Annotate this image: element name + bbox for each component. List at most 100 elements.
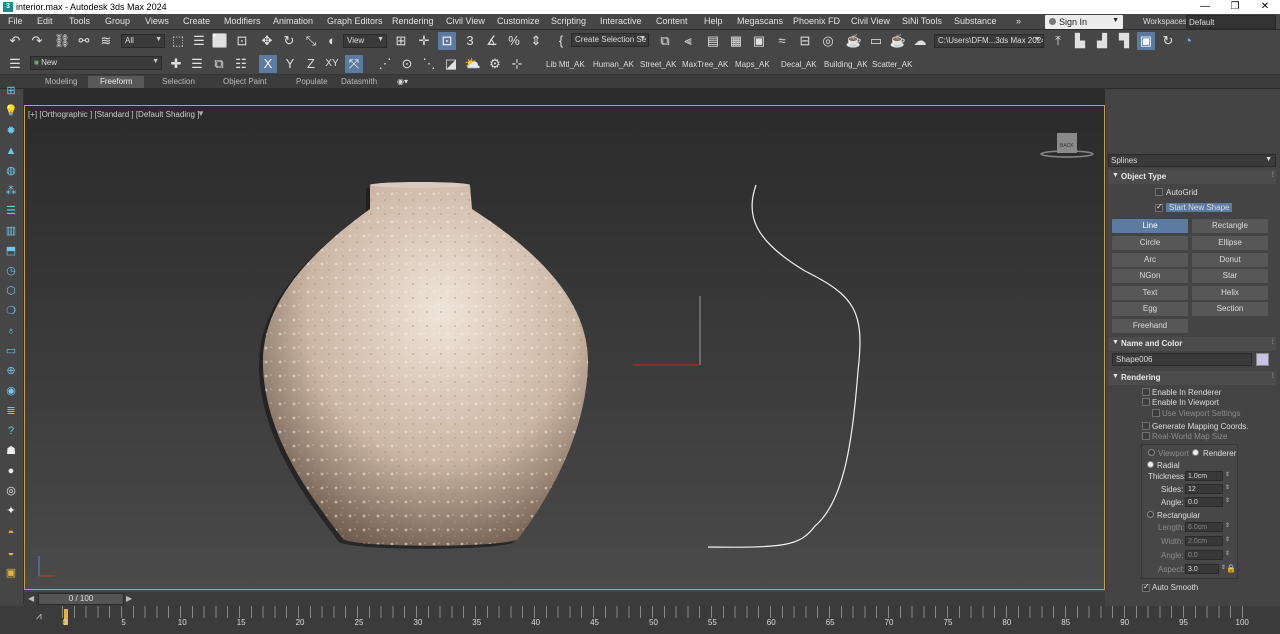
axis-xy-button[interactable]: XY xyxy=(323,55,341,73)
proxy-icon[interactable]: ⬒ xyxy=(3,243,19,259)
enable-in-viewport-checkbox[interactable] xyxy=(1142,398,1150,406)
ak-maxtree[interactable]: MaxTree_AK xyxy=(682,60,728,69)
renderer-radio[interactable] xyxy=(1192,449,1199,456)
create-layer-icon[interactable]: ✚ xyxy=(167,55,185,73)
rectangular-radio[interactable] xyxy=(1147,511,1154,518)
window-crossing-icon[interactable]: ⊡ xyxy=(233,32,251,50)
object-name-input[interactable]: Shape006 xyxy=(1112,353,1252,366)
lamp-icon[interactable]: ♁ xyxy=(3,323,19,339)
snap-settings-icon[interactable]: ⚙ xyxy=(486,55,504,73)
rectangular-selection-icon[interactable]: ⬜ xyxy=(211,32,229,50)
axis-x-button[interactable]: X xyxy=(259,55,277,73)
line-button[interactable]: Line xyxy=(1112,219,1188,233)
ellipse-button[interactable]: Ellipse xyxy=(1192,236,1268,250)
menu-modifiers[interactable]: Modifiers xyxy=(224,16,261,26)
workspace-select[interactable]: Default xyxy=(1186,15,1276,29)
freehand-button[interactable]: Freehand xyxy=(1112,319,1188,333)
ribbon-toggle-icon[interactable]: ▣ xyxy=(750,32,768,50)
ak-human[interactable]: Human_AK xyxy=(593,60,634,69)
snaps-toggle-icon[interactable]: 3 xyxy=(461,32,479,50)
unlink-icon[interactable]: ⚯ xyxy=(75,32,93,50)
ak-maps[interactable]: Maps_AK xyxy=(735,60,770,69)
menu-tools[interactable]: Tools xyxy=(69,16,90,26)
object-type-rollout-header[interactable]: ▼ Object Type ⁞ xyxy=(1108,170,1276,184)
circle-button[interactable]: Circle xyxy=(1112,236,1188,250)
autogrid-checkbox[interactable] xyxy=(1155,188,1163,196)
menu-create[interactable]: Create xyxy=(183,16,210,26)
add-to-layer-icon[interactable]: ☰ xyxy=(188,55,206,73)
thickness-spinner[interactable]: 1.0cm ⇕ xyxy=(1185,471,1230,481)
snap-toggle-icon[interactable]: ⊹ xyxy=(508,55,526,73)
menu-group[interactable]: Group xyxy=(105,16,130,26)
select-manipulate-icon[interactable]: ✛ xyxy=(415,32,433,50)
snap-edge-icon[interactable]: ⋱ xyxy=(420,55,438,73)
start-new-shape-checkbox[interactable] xyxy=(1155,202,1163,212)
link-icon[interactable]: ⛓ xyxy=(53,32,71,50)
menu-file[interactable]: File xyxy=(8,16,23,26)
select-object-icon[interactable]: ⬚ xyxy=(169,32,187,50)
bake-icon[interactable]: ❍ xyxy=(3,303,19,319)
spinner-arrows-icon[interactable]: ⇕ xyxy=(1225,536,1230,545)
ribbon-options-icon[interactable]: ◉▾ xyxy=(397,77,408,86)
layout-toggle-icon[interactable]: ▣ xyxy=(1137,32,1155,50)
scatter-icon[interactable]: ⁂ xyxy=(3,183,19,199)
sphere-icon[interactable]: ● xyxy=(3,463,19,479)
real-world-map-size-checkbox[interactable] xyxy=(1142,432,1150,440)
list-icon[interactable]: ☰ xyxy=(3,203,19,219)
menu-scripting[interactable]: Scripting xyxy=(551,16,586,26)
named-selection-select[interactable]: Create Selection Se ▼ xyxy=(571,33,649,47)
spinner-arrows-icon[interactable]: ⇕ xyxy=(1225,484,1230,493)
ak-decal[interactable]: Decal_AK xyxy=(781,60,817,69)
rendering-rollout-header[interactable]: ▼ Rendering ⁞ xyxy=(1108,371,1276,385)
menu-rendering[interactable]: Rendering xyxy=(392,16,434,26)
bind-space-warp-icon[interactable]: ≋ xyxy=(97,32,115,50)
text-button[interactable]: Text xyxy=(1112,286,1188,300)
tab-selection[interactable]: Selection xyxy=(162,77,195,86)
layer-explorer-icon[interactable]: ▦ xyxy=(727,32,745,50)
ngon-button[interactable]: NGon xyxy=(1112,269,1188,283)
menu-megascans[interactable]: Megascans xyxy=(737,16,783,26)
menu-graph-editors[interactable]: Graph Editors xyxy=(327,16,383,26)
help-icon[interactable]: ? xyxy=(3,423,19,439)
project-path-select[interactable]: C:\Users\DFM...3ds Max 2024 ▼ xyxy=(934,34,1044,48)
cone-icon[interactable]: ▲ xyxy=(3,143,19,159)
snap-vertex-icon[interactable]: ⋰ xyxy=(376,55,394,73)
sides-spinner[interactable]: 12 ⇕ xyxy=(1185,484,1230,494)
dome-icon[interactable]: ⊕ xyxy=(3,363,19,379)
undo-icon[interactable]: ↶ xyxy=(6,32,24,50)
spline-profile[interactable] xyxy=(707,184,861,548)
curve-editor-mini-icon[interactable]: ⩘ xyxy=(36,611,42,622)
menu-views[interactable]: Views xyxy=(145,16,169,26)
egg-button[interactable]: Egg xyxy=(1112,302,1188,316)
section-button[interactable]: Section xyxy=(1192,302,1268,316)
edit-named-selection-icon[interactable]: { xyxy=(552,32,570,50)
object-icon[interactable]: ⬡ xyxy=(3,283,19,299)
star-button[interactable]: Star xyxy=(1192,269,1268,283)
material-editor-icon[interactable]: ◎ xyxy=(819,32,837,50)
render-setup-icon[interactable]: ☕ xyxy=(845,32,863,50)
spinner-arrows-icon[interactable]: ⇕ xyxy=(1225,471,1230,480)
tab-datasmith[interactable]: Datasmith xyxy=(341,77,377,86)
mirror-icon[interactable]: ⧉ xyxy=(656,32,674,50)
sync-icon[interactable]: ◔ xyxy=(1179,32,1197,50)
menu-animation[interactable]: Animation xyxy=(273,16,313,26)
ak-street[interactable]: Street_AK xyxy=(640,60,676,69)
snap-face-icon[interactable]: ◪ xyxy=(442,55,460,73)
layer-manager-icon[interactable]: ☰ xyxy=(6,55,24,73)
timer-icon[interactable]: ◷ xyxy=(3,263,19,279)
sign-in-button[interactable]: Sign In ▼ xyxy=(1045,15,1123,29)
radial-radio[interactable] xyxy=(1147,461,1154,468)
selection-filter-select[interactable]: All ▼ xyxy=(121,34,165,48)
shape-category-select[interactable]: Splines ▼ xyxy=(1108,154,1276,167)
viewport-radio[interactable] xyxy=(1148,449,1155,456)
spinner-arrows-icon[interactable]: ⇕ xyxy=(1225,497,1230,506)
ak-scatter[interactable]: Scatter_AK xyxy=(872,60,912,69)
scene-explorer-left-icon[interactable]: ⊞ xyxy=(3,83,19,99)
menu-civil-view[interactable]: Civil View xyxy=(446,16,485,26)
rectangle-button[interactable]: Rectangle xyxy=(1192,219,1268,233)
light-icon[interactable]: 💡 xyxy=(3,103,19,119)
set-current-layer-icon[interactable]: ☷ xyxy=(232,55,250,73)
layers-icon[interactable]: ≣ xyxy=(3,403,19,419)
menu-civil-view-2[interactable]: Civil View xyxy=(851,16,890,26)
rotate-icon[interactable]: ↻ xyxy=(280,32,298,50)
